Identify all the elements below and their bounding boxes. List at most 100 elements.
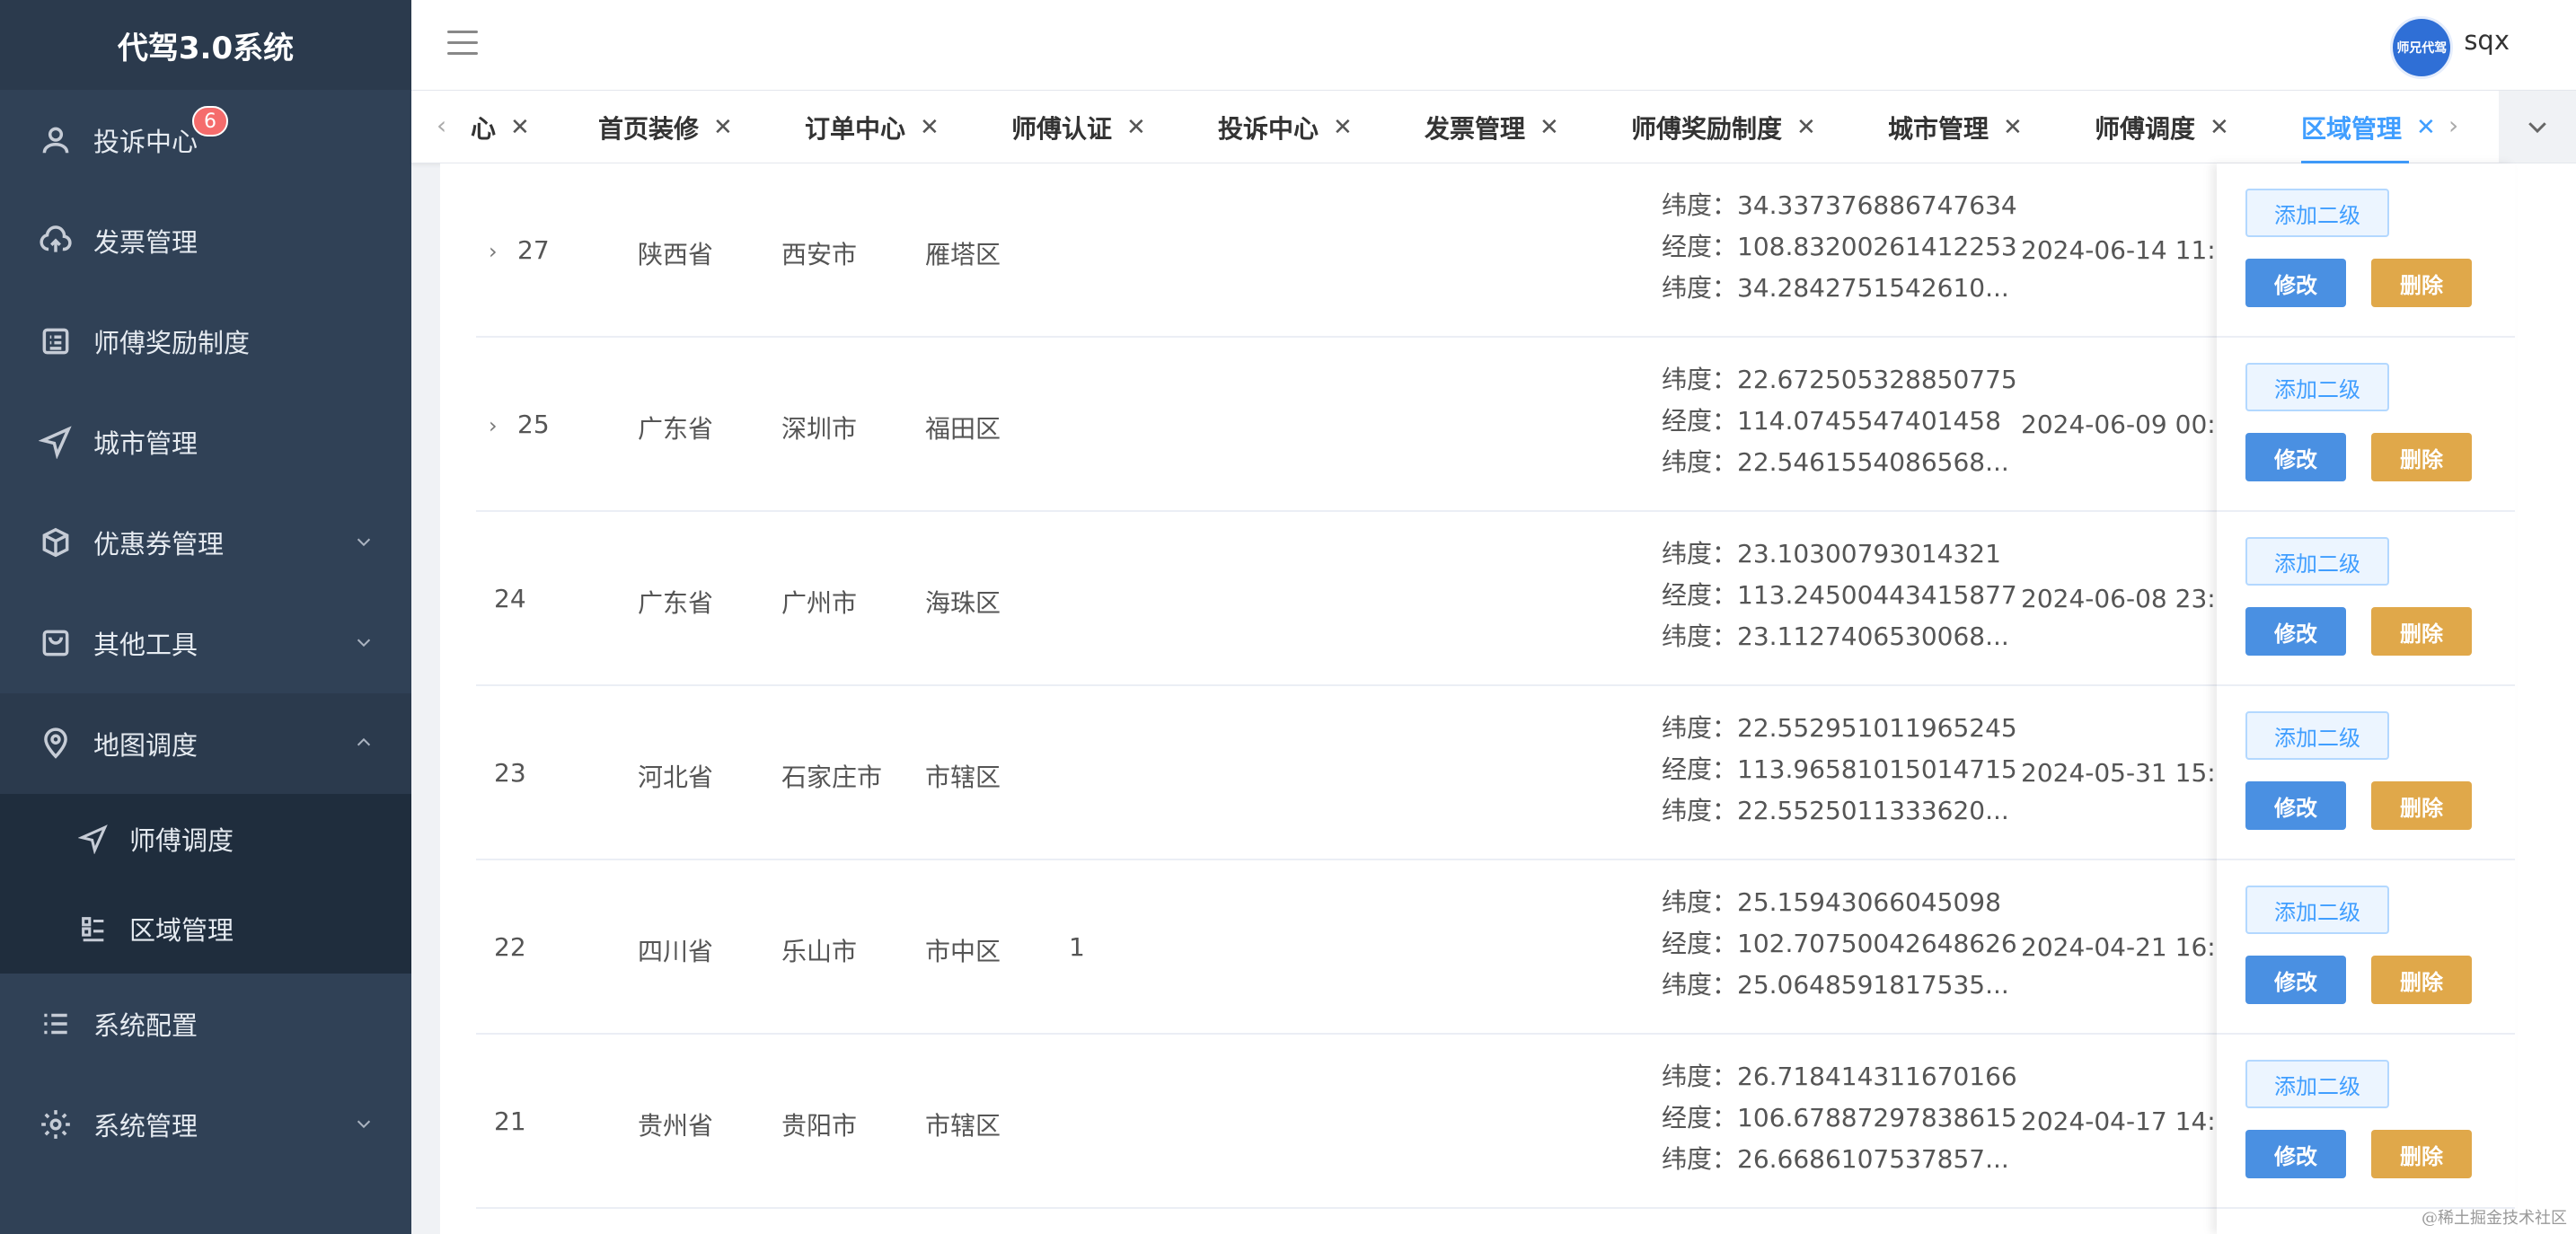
cell-city: 西安市 bbox=[781, 240, 858, 269]
user-menu[interactable]: 师兄代驾 sqx bbox=[2390, 16, 2510, 79]
cell-district: 雁塔区 bbox=[925, 240, 1001, 269]
send-icon bbox=[36, 422, 75, 462]
close-icon[interactable]: ✕ bbox=[510, 114, 530, 141]
tag-item[interactable]: 发票管理 ✕ bbox=[1425, 109, 1559, 146]
sidebar-item-tools[interactable]: 其他工具 bbox=[0, 593, 411, 693]
cell-province: 四川省 bbox=[638, 937, 714, 966]
cell-city: 石家庄市 bbox=[781, 762, 883, 792]
sidebar-item-region-management[interactable]: 区域管理 bbox=[0, 884, 411, 974]
edit-button[interactable]: 修改 bbox=[2245, 259, 2346, 307]
chevron-left-icon[interactable]: ‹ bbox=[437, 110, 446, 140]
close-icon[interactable]: ✕ bbox=[713, 114, 733, 141]
sidebar-item-system-management[interactable]: 系统管理 bbox=[0, 1074, 411, 1175]
operations-row: 添加二级 修改 删除 bbox=[2217, 338, 2515, 512]
add-child-button[interactable]: 添加二级 bbox=[2245, 711, 2389, 760]
expand-icon[interactable]: › bbox=[489, 413, 498, 438]
cell-time: 2024-04-17 14:57 bbox=[2021, 1106, 2248, 1136]
latitude-2: 纬度：25.0648591817535... bbox=[1662, 970, 2009, 1000]
close-icon[interactable]: ✕ bbox=[1796, 114, 1816, 141]
operations-row: 添加二级 修改 删除 bbox=[2217, 1035, 2515, 1209]
tag-item[interactable]: 师傅奖励制度 ✕ bbox=[1631, 109, 1816, 146]
latitude: 纬度：25.15943066045098 bbox=[1662, 887, 2001, 917]
tag-label: 心 bbox=[471, 114, 497, 144]
cell-city: 乐山市 bbox=[781, 937, 858, 966]
add-child-button[interactable]: 添加二级 bbox=[2245, 1060, 2389, 1108]
tag-item-active[interactable]: 区域管理 ✕ bbox=[2301, 109, 2436, 164]
latitude: 纬度：22.552951011965245 bbox=[1662, 713, 2017, 743]
tag-item[interactable]: 师傅调度 ✕ bbox=[2095, 109, 2229, 146]
sidebar-item-label: 地图调度 bbox=[93, 730, 198, 761]
sidebar-item-label: 系统配置 bbox=[93, 1010, 198, 1041]
cell-city: 广州市 bbox=[781, 588, 858, 618]
add-child-button[interactable]: 添加二级 bbox=[2245, 363, 2389, 411]
cell-province: 陕西省 bbox=[638, 240, 714, 269]
cell-time: 2024-06-09 00:35 bbox=[2021, 410, 2248, 439]
edit-button[interactable]: 修改 bbox=[2245, 956, 2346, 1004]
sidebar-item-complaints[interactable]: 投诉中心 6 bbox=[0, 90, 411, 190]
sidebar-item-system-config[interactable]: 系统配置 bbox=[0, 974, 411, 1074]
cell-id: 25 bbox=[517, 410, 550, 439]
operations-row: 添加二级 修改 删除 bbox=[2217, 512, 2515, 686]
edit-button[interactable]: 修改 bbox=[2245, 781, 2346, 830]
tag-item[interactable]: 城市管理 ✕ bbox=[1888, 109, 2023, 146]
tag-item[interactable]: 首页装修 ✕ bbox=[598, 109, 733, 146]
sidebar-item-rewards[interactable]: 师傅奖励制度 bbox=[0, 291, 411, 392]
expand-icon[interactable]: › bbox=[489, 239, 498, 264]
operations-row: 添加二级 修改 删除 bbox=[2217, 860, 2515, 1035]
chevron-right-icon[interactable]: › bbox=[2448, 110, 2458, 140]
delete-button[interactable]: 删除 bbox=[2371, 607, 2472, 656]
tag-label: 城市管理 bbox=[1888, 114, 1989, 144]
cell-coordinates: 纬度：22.552951011965245 经度：113.96581015014… bbox=[1662, 708, 2017, 832]
tag-item[interactable]: 师傅认证 ✕ bbox=[1011, 109, 1146, 146]
sidebar-item-label: 城市管理 bbox=[93, 428, 198, 459]
cell-time: 2024-06-14 11:13 bbox=[2021, 235, 2248, 265]
delete-button[interactable]: 删除 bbox=[2371, 259, 2472, 307]
cloud-upload-icon bbox=[36, 221, 75, 260]
close-icon[interactable]: ✕ bbox=[2416, 114, 2436, 141]
add-child-button[interactable]: 添加二级 bbox=[2245, 886, 2389, 934]
tag-item[interactable]: 心 ✕ bbox=[471, 109, 530, 146]
close-icon[interactable]: ✕ bbox=[1126, 114, 1146, 141]
tag-item[interactable]: 投诉中心 ✕ bbox=[1218, 109, 1353, 146]
edit-button[interactable]: 修改 bbox=[2245, 433, 2346, 481]
tags-dropdown-button[interactable] bbox=[2499, 91, 2576, 163]
add-child-button[interactable]: 添加二级 bbox=[2245, 189, 2389, 237]
longitude: 经度：108.83200261412253 bbox=[1662, 232, 2017, 261]
longitude: 经度：113.96581015014715 bbox=[1662, 754, 2017, 784]
tag-item[interactable]: 订单中心 ✕ bbox=[805, 109, 940, 146]
close-icon[interactable]: ✕ bbox=[920, 114, 940, 141]
edit-button[interactable]: 修改 bbox=[2245, 1130, 2346, 1178]
cell-district: 福田区 bbox=[925, 414, 1001, 444]
cell-district: 市辖区 bbox=[925, 1111, 1001, 1141]
tags-view: ‹ 心 ✕ 首页装修 ✕ 订单中心 ✕ 师傅认证 ✕ 投诉中心 ✕ 发票管理 ✕ 师傅奖励制… bbox=[411, 90, 2576, 164]
hamburger-icon[interactable] bbox=[447, 31, 478, 57]
close-icon[interactable]: ✕ bbox=[2210, 114, 2229, 141]
table-row: 21 贵州省 贵阳市 市辖区 纬度：26.718414311670166 经度：… bbox=[476, 1035, 2506, 1209]
bag-icon bbox=[36, 623, 75, 663]
sidebar-item-coupons[interactable]: 优惠券管理 bbox=[0, 492, 411, 593]
delete-button[interactable]: 删除 bbox=[2371, 433, 2472, 481]
edit-button[interactable]: 修改 bbox=[2245, 607, 2346, 656]
close-icon[interactable]: ✕ bbox=[1333, 114, 1353, 141]
sidebar-item-cities[interactable]: 城市管理 bbox=[0, 392, 411, 492]
cell-city: 深圳市 bbox=[781, 414, 858, 444]
cell-id: 21 bbox=[494, 1106, 526, 1136]
close-icon[interactable]: ✕ bbox=[2003, 114, 2023, 141]
sidebar-item-driver-dispatch[interactable]: 师傅调度 bbox=[0, 794, 411, 884]
table-row: 24 广东省 广州市 海珠区 纬度：23.10300793014321 经度：1… bbox=[476, 512, 2506, 686]
delete-button[interactable]: 删除 bbox=[2371, 781, 2472, 830]
latitude: 纬度：22.672505328850775 bbox=[1662, 365, 2017, 394]
tag-label: 订单中心 bbox=[805, 114, 906, 144]
latitude: 纬度：23.10300793014321 bbox=[1662, 539, 2001, 569]
tag-label: 投诉中心 bbox=[1218, 114, 1319, 144]
sidebar-item-invoices[interactable]: 发票管理 bbox=[0, 190, 411, 291]
delete-button[interactable]: 删除 bbox=[2371, 956, 2472, 1004]
add-child-button[interactable]: 添加二级 bbox=[2245, 537, 2389, 586]
close-icon[interactable]: ✕ bbox=[1539, 114, 1559, 141]
cell-id: 24 bbox=[494, 584, 526, 613]
longitude: 经度：113.24500443415877 bbox=[1662, 580, 2017, 610]
avatar[interactable]: 师兄代驾 bbox=[2390, 16, 2454, 79]
map-dispatch-group: 地图调度 师傅调度 区域管理 bbox=[0, 693, 411, 974]
delete-button[interactable]: 删除 bbox=[2371, 1130, 2472, 1178]
sidebar-item-map-dispatch[interactable]: 地图调度 bbox=[0, 693, 411, 794]
